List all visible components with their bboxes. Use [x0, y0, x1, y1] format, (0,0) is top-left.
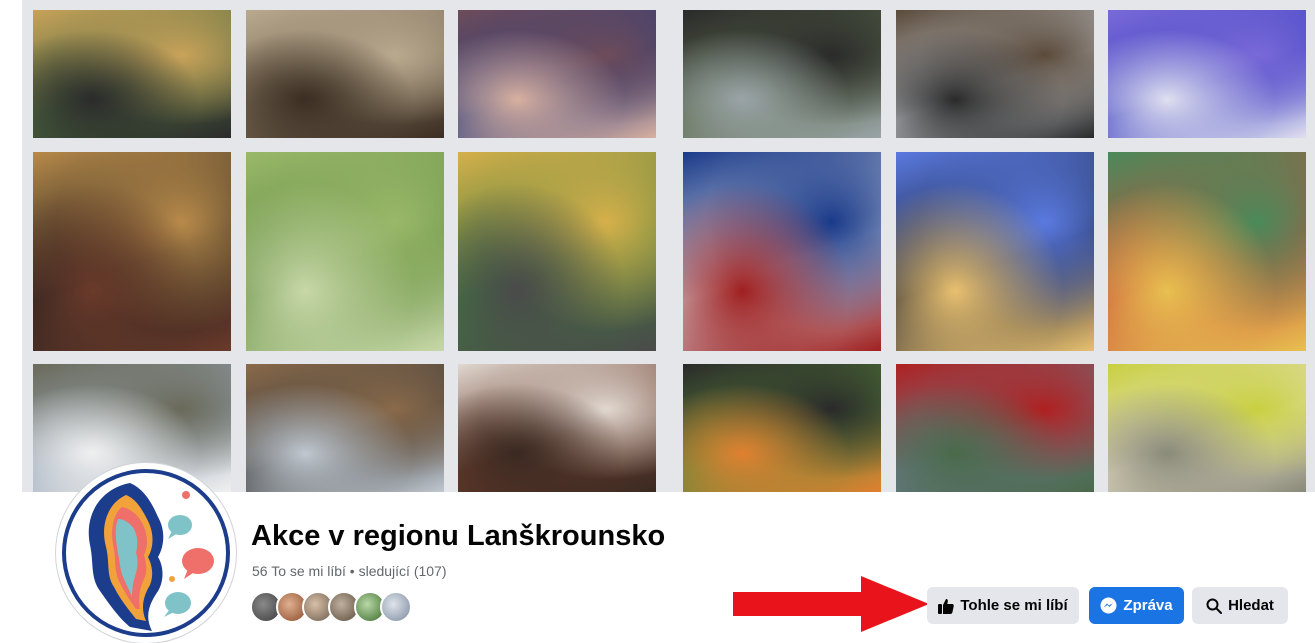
- message-button[interactable]: Zpráva: [1089, 587, 1184, 624]
- thumbs-up-icon: [938, 598, 955, 614]
- search-button-label: Hledat: [1228, 597, 1274, 614]
- cover-photo-tile[interactable]: [246, 10, 444, 138]
- cover-photo-tile[interactable]: [246, 152, 444, 351]
- like-button[interactable]: Tohle se mi líbí: [927, 587, 1079, 624]
- cover-photo-tile[interactable]: [1108, 10, 1306, 138]
- cover-photo-tile[interactable]: [33, 152, 231, 351]
- page-stats[interactable]: 56 To se mi líbí • sledující (107): [252, 563, 447, 579]
- page-title[interactable]: Akce v regionu Lanškrounsko: [251, 520, 665, 553]
- profile-logo-icon: [62, 469, 230, 637]
- cover-photo-tile[interactable]: [683, 152, 881, 351]
- avatar[interactable]: [380, 591, 412, 623]
- cover-photo-tile[interactable]: [458, 364, 656, 492]
- cover-photo-tile[interactable]: [458, 152, 656, 351]
- message-button-label: Zpráva: [1123, 597, 1173, 614]
- follower-avatars[interactable]: [250, 591, 412, 625]
- search-icon: [1206, 598, 1223, 614]
- cover-photo-tile[interactable]: [1108, 152, 1306, 351]
- search-button[interactable]: Hledat: [1192, 587, 1288, 624]
- cover-photo-tile[interactable]: [683, 10, 881, 138]
- like-button-label: Tohle se mi líbí: [960, 597, 1068, 614]
- messenger-icon: [1100, 597, 1117, 614]
- cover-photo-tile[interactable]: [1108, 364, 1306, 492]
- cover-photo-tile[interactable]: [896, 10, 1094, 138]
- cover-photo-tile[interactable]: [33, 10, 231, 138]
- profile-picture[interactable]: [56, 463, 236, 643]
- cover-photo-tile[interactable]: [683, 364, 881, 492]
- cover-photo-tile[interactable]: [896, 364, 1094, 492]
- cover-photo-collage[interactable]: [22, 0, 1315, 492]
- cover-photo-tile[interactable]: [246, 364, 444, 492]
- red-arrow-icon: [733, 576, 929, 632]
- cover-photo-tile[interactable]: [896, 152, 1094, 351]
- cover-photo-tile[interactable]: [458, 10, 656, 138]
